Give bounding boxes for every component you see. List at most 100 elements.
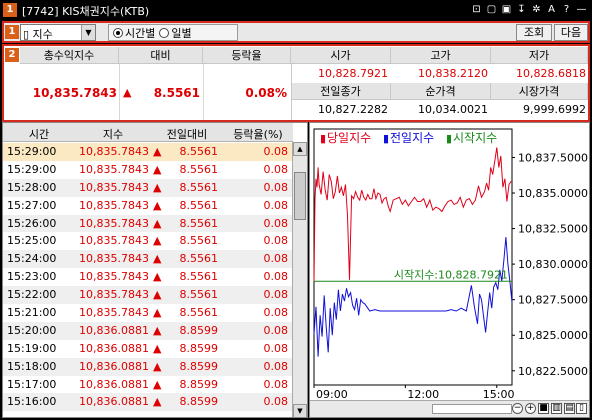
table-row[interactable]: 15:22:00 10,835.7843 ▲ 8.5561 0.08 [3,286,293,305]
save-icon[interactable]: ▤ [564,403,575,414]
rate-value: 0.08% [245,86,287,100]
table-row[interactable]: 15:21:00 10,835.7843 ▲ 8.5561 0.08 [3,304,293,322]
radio-unselected-icon[interactable] [159,27,170,38]
table-row[interactable]: 15:20:00 10,836.0881 ▲ 8.8599 0.08 [3,321,293,340]
scroll-down-icon[interactable]: ▼ [293,404,307,417]
radio-by-day[interactable]: 일별 [159,25,192,41]
next-button[interactable]: 다음 [554,24,588,41]
chart-canvas[interactable]: 10,822.5000 10,825.0000 10,827.5000 10,830.… [310,123,589,401]
row-change: 8.5561 [179,270,219,284]
header-low: 저가 [491,47,588,64]
up-arrow-icon: ▲ [153,234,162,248]
row-rate: 0.08 [263,306,289,320]
table-header: 시간 지수 전일대비 등락율(%) [3,123,293,142]
row-time: 15:18:00 [7,359,57,373]
row-time: 15:22:00 [7,288,57,302]
scroll-up-icon[interactable]: ▲ [293,142,307,156]
bar-chart-icon[interactable]: ▥ [551,403,562,414]
row-rate: 0.08 [263,377,289,391]
toolbar: 1 ▯ 지수 ▼ 시간별 일별 조회 다음 [2,21,590,43]
settings-icon[interactable]: ✲ [530,3,543,17]
row-time: 15:21:00 [7,306,57,320]
up-arrow-icon: ▲ [153,395,162,409]
row-index: 10,835.7843 [79,306,149,320]
document-icon[interactable]: ▯ [576,403,587,414]
row-index: 10,835.7843 [79,270,149,284]
up-arrow-icon: ▲ [153,359,162,373]
high-value: 10,838.2120 [418,67,488,80]
row-rate: 0.08 [263,359,289,373]
table-row[interactable]: 15:26:00 10,835.7843 ▲ 8.5561 0.08 [3,214,293,233]
font-size-icon[interactable]: A [545,3,558,17]
help-icon[interactable]: ? [560,3,573,17]
row-rate: 0.08 [263,323,289,337]
total-index-value: 10,835.7843 [32,86,117,100]
restore-icon[interactable]: ▢ [485,3,498,17]
table-row[interactable]: 15:28:00 10,835.7843 ▲ 8.5561 0.08 [3,178,293,197]
table-row[interactable]: 15:23:00 10,835.7843 ▲ 8.5561 0.08 [3,268,293,286]
y-tick-label: 10,825.0000 [518,329,588,342]
zoom-out-icon[interactable]: − [512,403,523,414]
row-index: 10,835.7843 [79,216,149,230]
row-rate: 0.08 [263,234,289,248]
row-rate: 0.08 [263,252,289,266]
maximize-icon[interactable]: ▣ [500,3,513,17]
table-row[interactable]: 15:16:00 10,836.0881 ▲ 8.8599 0.08 [3,393,293,412]
zoom-in-icon[interactable]: + [525,403,536,414]
index-type-select[interactable]: ▯ 지수 ▼ [20,24,96,41]
table-row[interactable]: 15:19:00 10,836.0881 ▲ 8.8599 0.08 [3,340,293,358]
legend-label: 시작지수 [453,131,497,145]
column-index[interactable]: 지수 [75,126,151,142]
x-tick-label: 15:00 [483,388,515,400]
row-index: 10,836.0881 [79,395,149,409]
column-time[interactable]: 시간 [3,126,75,142]
row-time: 15:16:00 [7,395,57,409]
column-rate[interactable]: 등락율(%) [223,126,293,142]
row-rate: 0.08 [263,180,289,194]
row-time: 15:24:00 [7,252,57,266]
pin-icon[interactable]: ↧ [515,3,528,17]
up-arrow-icon: ▲ [153,145,162,158]
row-time: 15:29:00 [7,145,57,158]
index-type-value: ▯ 지수 [23,28,53,41]
table-row[interactable]: 15:27:00 10,835.7843 ▲ 8.5561 0.08 [3,197,293,215]
chart-scroll-track[interactable] [432,404,512,414]
summary-section-badge: 2 [5,48,19,62]
zoom-reset-icon[interactable]: ■ [538,403,549,414]
radio-by-time[interactable]: 시간별 [113,25,155,41]
legend-marker-icon: ▮ [383,132,389,145]
chevron-down-icon[interactable]: ▼ [81,25,95,40]
query-button[interactable]: 조회 [516,24,552,41]
y-tick-label: 10,832.5000 [518,223,588,236]
header-total-index: 총수익지수 [20,47,119,64]
scroll-thumb[interactable] [294,172,306,220]
start-index-label: 시작지수:10,828.7921 [394,268,508,281]
net-price-value: 10,034.0021 [418,103,488,116]
link-icon[interactable]: ⊡ [470,3,483,17]
title-bar: 1 [7742] KIS채권지수(KTB) ⊡ ▢ ▣ ↧ ✲ A ? — [0,0,592,20]
row-time: 15:17:00 [7,377,57,391]
row-rate: 0.08 [263,395,289,409]
row-time: 15:20:00 [7,323,57,337]
row-change: 8.5561 [179,216,219,230]
row-change: 8.5561 [179,180,219,194]
table-row[interactable]: 15:29:00 10,835.7843 ▲ 8.5561 0.08 [3,143,293,161]
table-row[interactable]: 15:24:00 10,835.7843 ▲ 8.5561 0.08 [3,250,293,269]
table-row[interactable]: 15:18:00 10,836.0881 ▲ 8.8599 0.08 [3,357,293,376]
up-arrow-icon: ▲ [153,323,162,337]
table-row[interactable]: 15:17:00 10,836.0881 ▲ 8.8599 0.08 [3,376,293,394]
radio-selected-icon[interactable] [113,27,123,38]
column-change[interactable]: 전일대비 [151,126,223,142]
up-arrow-icon: ▲ [153,306,162,320]
legend-label: 전일지수 [390,131,434,145]
row-time: 15:23:00 [7,270,57,284]
table-row[interactable]: 15:29:00 10,835.7843 ▲ 8.5561 0.08 [3,161,293,179]
chart-toolbar: − + ■ ▥ ▤ ▯ [310,400,589,417]
table-scrollbar[interactable]: ▲ ▼ [292,142,307,417]
up-arrow-icon: ▲ [153,288,162,302]
legend-label: 당일지수 [327,131,371,145]
row-change: 8.5561 [179,234,219,248]
market-price-value: 9,999.6992 [523,103,586,116]
table-row[interactable]: 15:25:00 10,835.7843 ▲ 8.5561 0.08 [3,232,293,250]
minimize-icon[interactable]: — [575,3,588,17]
